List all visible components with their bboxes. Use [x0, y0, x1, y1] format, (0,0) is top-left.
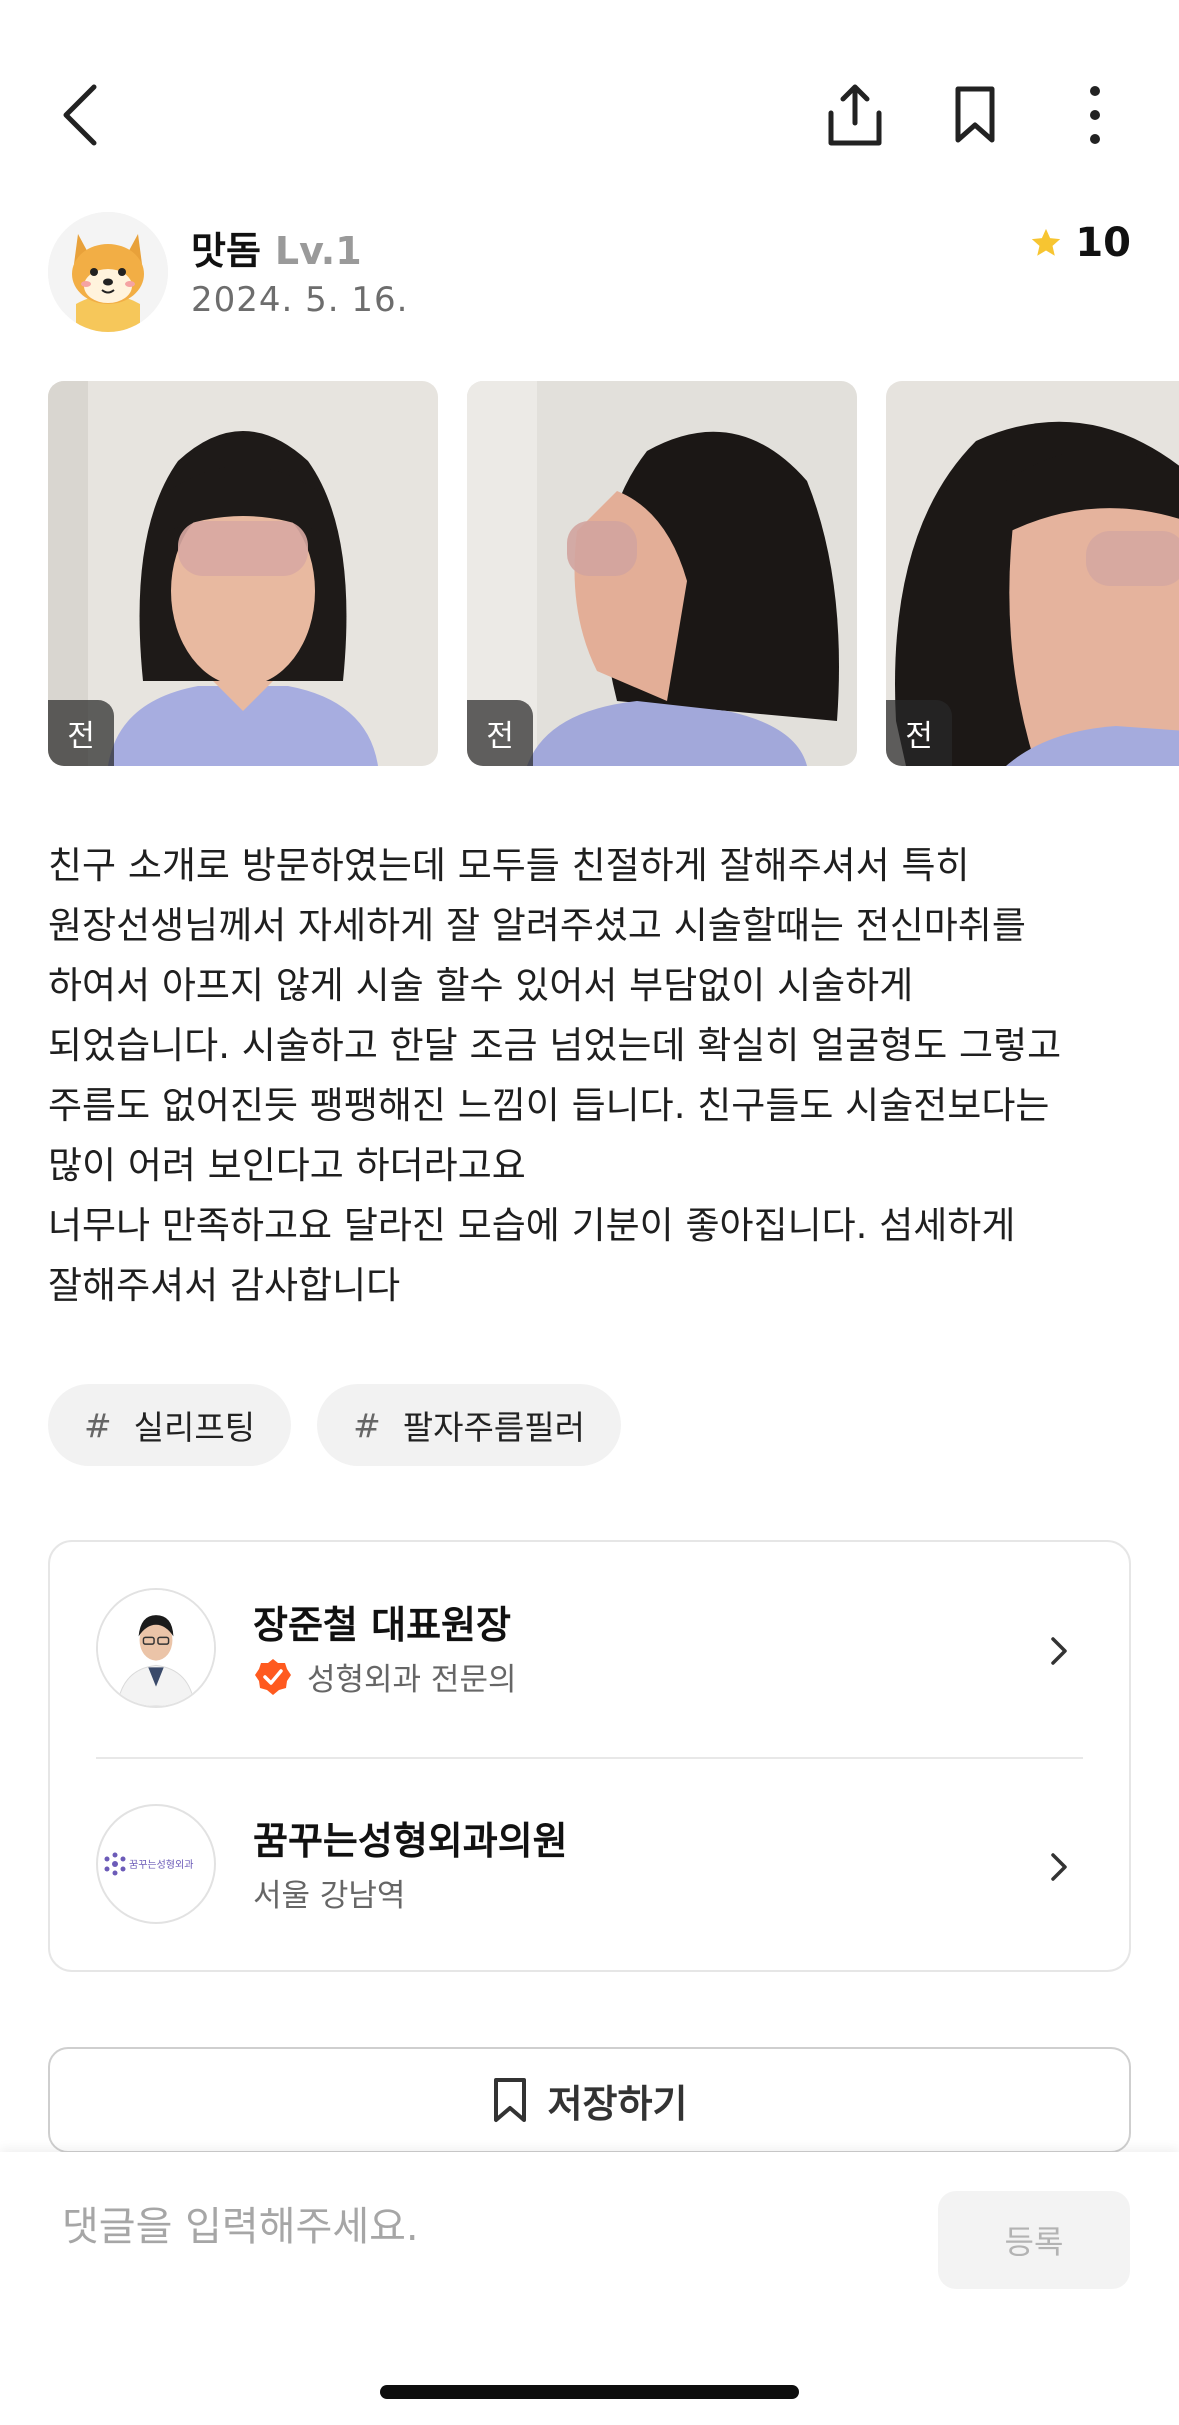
author-name[interactable]: 맛돔	[191, 220, 261, 275]
share-icon	[828, 84, 882, 146]
doctor-clinic-card: 장준철 대표원장 성형외과 전문의 꿈꾸는성형외과 꿈꾸는성형외과의원 서울 강…	[48, 1540, 1131, 1972]
back-button[interactable]	[40, 70, 120, 160]
doctor-photo	[98, 1590, 214, 1706]
before-badge: 전	[886, 700, 952, 766]
more-vertical-icon	[1090, 86, 1100, 144]
top-bar	[0, 0, 1179, 200]
review-photo[interactable]: 전	[48, 381, 438, 766]
author-avatar[interactable]	[48, 212, 168, 332]
submit-comment-button[interactable]: 등록	[938, 2191, 1130, 2289]
photo-carousel[interactable]: 전 전 전	[48, 381, 1179, 766]
more-options-button[interactable]	[1050, 70, 1140, 160]
clinic-logo-icon: 꿈꾸는성형외과	[104, 1852, 193, 1876]
bookmark-icon	[955, 86, 995, 143]
clinic-location: 서울 강남역	[253, 1870, 405, 1915]
review-photo[interactable]: 전	[467, 381, 857, 766]
clinic-logo: 꿈꾸는성형외과	[96, 1804, 216, 1924]
clinic-location-text: 서울 강남역	[253, 1878, 406, 1914]
tag-chip[interactable]: # 팔자주름필러	[317, 1384, 621, 1466]
doctor-avatar	[96, 1588, 216, 1708]
clinic-name: 꿈꾸는성형외과의원	[253, 1819, 568, 1863]
doctor-row[interactable]: 장준철 대표원장 성형외과 전문의	[50, 1542, 1129, 1758]
review-photo[interactable]: 전	[886, 381, 1179, 766]
star-icon	[1032, 228, 1061, 256]
save-button-label: 저장하기	[547, 2081, 688, 2126]
tag-label: 실리프팅	[133, 1408, 256, 1447]
rating: 10	[1029, 220, 1131, 266]
verified-badge-icon	[255, 1658, 291, 1695]
review-author: 맛돔 Lv.1 2024. 5. 16. 10	[48, 212, 1131, 342]
share-button[interactable]	[810, 70, 900, 160]
review-date: 2024. 5. 16.	[191, 280, 409, 320]
doctor-specialty-row: 성형외과 전문의	[253, 1654, 517, 1699]
home-indicator	[380, 2385, 799, 2399]
bookmark-button[interactable]	[930, 70, 1020, 160]
hashtag-icon: #	[84, 1405, 112, 1445]
author-name-row: 맛돔 Lv.1	[191, 220, 362, 275]
comment-input[interactable]	[62, 2192, 902, 2262]
clinic-logo-text: 꿈꾸는성형외과	[129, 1859, 193, 1871]
clinic-row[interactable]: 꿈꾸는성형외과 꿈꾸는성형외과의원 서울 강남역	[50, 1758, 1129, 1974]
author-level: Lv.1	[274, 229, 362, 273]
chevron-left-icon	[63, 84, 97, 146]
rating-value: 10	[1075, 220, 1131, 266]
review-text: 친구 소개로 방문하였는데 모두들 친절하게 잘해주셔서 특히 원장선생님께서 …	[48, 844, 1062, 1307]
shiba-dog-avatar-icon	[48, 212, 168, 332]
tag-chip[interactable]: # 실리프팅	[48, 1384, 292, 1466]
doctor-specialty: 성형외과 전문의	[307, 1662, 517, 1698]
hashtag-icon: #	[353, 1405, 381, 1445]
bookmark-icon	[493, 2078, 526, 2122]
doctor-name: 장준철 대표원장	[253, 1603, 511, 1647]
tag-label: 팔자주름필러	[402, 1408, 585, 1447]
chevron-right-icon	[1039, 1842, 1079, 1892]
before-badge: 전	[467, 700, 533, 766]
before-badge: 전	[48, 700, 114, 766]
save-button[interactable]: 저장하기	[48, 2047, 1131, 2153]
chevron-right-icon	[1039, 1626, 1079, 1676]
tag-list: # 실리프팅 # 팔자주름필러	[48, 1384, 621, 1466]
